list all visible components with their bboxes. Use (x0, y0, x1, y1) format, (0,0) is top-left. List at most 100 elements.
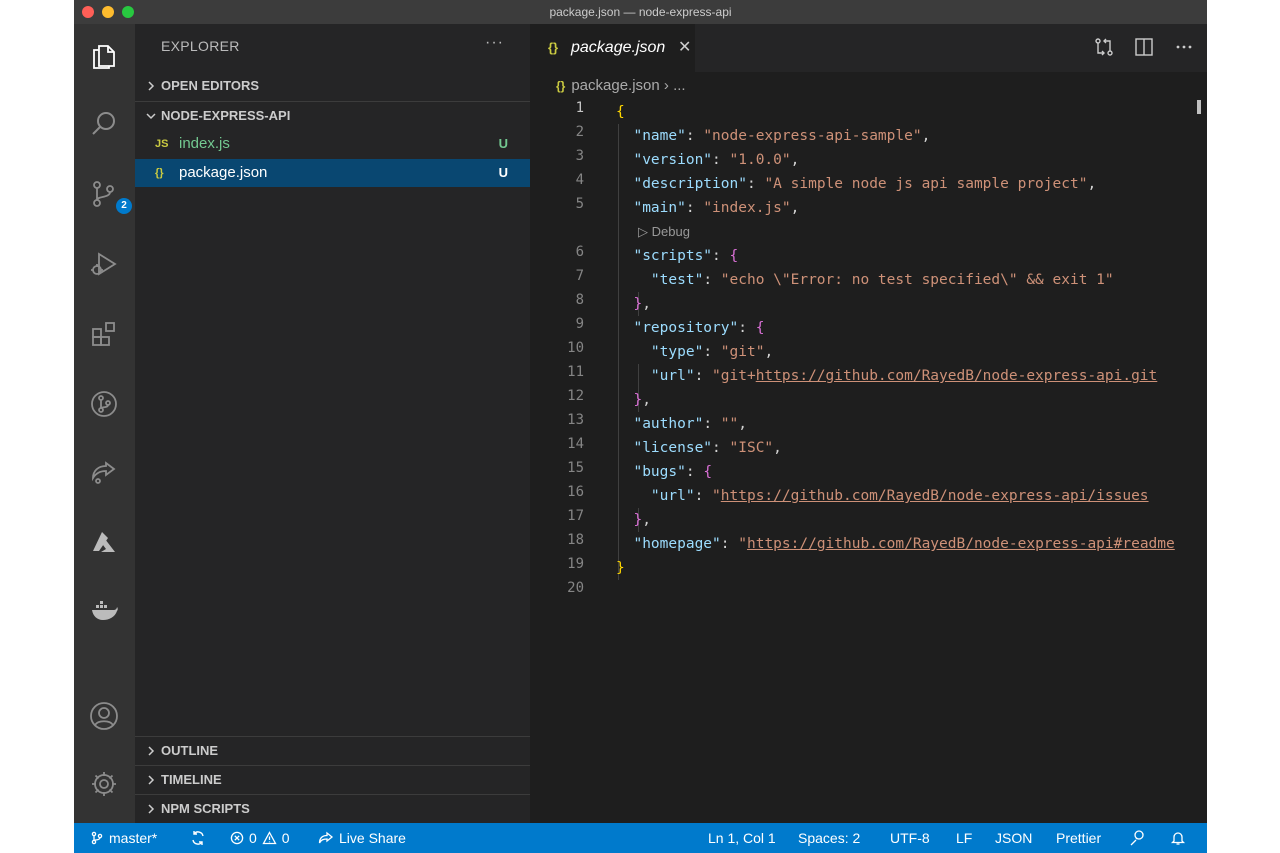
editor-tab-bar: {} package.json ✕ (530, 24, 1207, 72)
line-number: 12 (567, 388, 584, 404)
line-number: 14 (567, 436, 584, 452)
split-editor-icon[interactable] (1133, 36, 1155, 58)
line-number: 1 (575, 100, 584, 116)
homepage-url-link[interactable]: https://github.com/RayedB/node-express-a… (747, 536, 1175, 552)
git-graph-icon[interactable] (84, 384, 124, 424)
explorer-more-actions-button[interactable]: ··· (485, 34, 504, 52)
code-line: "repository": { (633, 320, 765, 336)
chevron-right-icon (143, 737, 159, 765)
source-control-icon[interactable]: 2 (84, 174, 132, 214)
timeline-label: TIMELINE (161, 772, 222, 787)
feedback-icon[interactable] (1128, 823, 1146, 853)
live-share-icon[interactable] (84, 452, 124, 492)
file-item-package-json[interactable]: {} package.json U (135, 159, 530, 187)
tab-package-json[interactable]: {} package.json ✕ (530, 24, 695, 72)
line-number: 8 (575, 292, 584, 308)
live-share-icon (318, 831, 334, 844)
error-icon (230, 831, 244, 845)
branch-indicator[interactable]: master* (90, 823, 157, 853)
js-file-icon: JS (155, 138, 169, 150)
encoding[interactable]: UTF-8 (890, 823, 930, 853)
code-line: "bugs": { (633, 464, 713, 480)
sync-icon[interactable] (190, 823, 206, 853)
line-number: 9 (575, 316, 584, 332)
line-number: 20 (567, 580, 584, 596)
line-number: 19 (567, 556, 584, 572)
line-number: 6 (575, 244, 584, 260)
docker-icon[interactable] (84, 590, 124, 630)
code-line: } (616, 560, 625, 576)
explorer-title: EXPLORER (161, 38, 240, 54)
npm-scripts-section[interactable]: NPM SCRIPTS (135, 794, 530, 823)
search-icon[interactable] (84, 104, 124, 144)
error-count: 0 (249, 830, 257, 846)
code-editor[interactable]: 1 2 3 4 5 6 7 8 9 10 11 12 13 14 15 16 1… (530, 100, 1207, 820)
more-actions-icon[interactable] (1173, 36, 1195, 58)
source-control-badge: 2 (116, 198, 132, 214)
debug-codelens[interactable]: ▷ Debug (638, 220, 690, 244)
line-number: 13 (567, 412, 584, 428)
project-folder-label: NODE-EXPRESS-API (161, 108, 291, 123)
explorer-icon[interactable] (84, 36, 124, 76)
vscode-window: package.json — node-express-api 2 EXPLOR… (74, 0, 1207, 853)
editor-area: {} package.json ✕ {} package.json › ... 1… (530, 24, 1207, 823)
notifications-bell-icon[interactable] (1170, 823, 1186, 853)
extensions-icon[interactable] (84, 314, 124, 354)
zoom-window-button[interactable] (122, 6, 134, 18)
breadcrumb-file[interactable]: package.json (571, 77, 659, 94)
untracked-status: U (498, 136, 508, 151)
outline-label: OUTLINE (161, 743, 219, 758)
line-number: 10 (567, 340, 584, 356)
settings-gear-icon[interactable] (84, 764, 124, 804)
breadcrumb-rest[interactable]: › ... (664, 77, 686, 94)
language-mode[interactable]: JSON (995, 823, 1032, 853)
run-debug-icon[interactable] (84, 244, 124, 284)
repository-url-link[interactable]: https://github.com/RayedB/node-express-a… (756, 368, 1158, 384)
file-item-index-js[interactable]: JS index.js U (135, 130, 530, 158)
window-title: package.json — node-express-api (549, 5, 732, 19)
live-share-label: Live Share (339, 830, 406, 846)
title-bar: package.json — node-express-api (74, 0, 1207, 24)
file-name: index.js (179, 135, 230, 152)
minimize-window-button[interactable] (102, 6, 114, 18)
timeline-section[interactable]: TIMELINE (135, 765, 530, 794)
line-number: 3 (575, 148, 584, 164)
line-endings[interactable]: LF (956, 823, 972, 853)
code-line: "url": "https://github.com/RayedB/node-e… (650, 488, 1149, 504)
azure-icon[interactable] (84, 522, 124, 562)
project-folder-section[interactable]: NODE-EXPRESS-API (135, 101, 530, 130)
open-changes-icon[interactable] (1093, 36, 1115, 58)
json-file-icon: {} (548, 40, 559, 55)
code-line: }, (633, 512, 651, 528)
code-line: "license": "ISC", (633, 440, 782, 456)
branch-icon (91, 831, 103, 845)
activity-bar: 2 (74, 24, 135, 823)
line-number: 18 (567, 532, 584, 548)
warning-count: 0 (281, 830, 290, 846)
status-bar: master* 0 0 Live Share Ln 1, Col 1 Space… (74, 823, 1207, 853)
open-editors-section[interactable]: OPEN EDITORS (135, 72, 530, 100)
scrollbar-cursor-marker[interactable] (1197, 100, 1201, 114)
cursor-position[interactable]: Ln 1, Col 1 (708, 823, 776, 853)
line-number: 5 (575, 196, 584, 212)
warning-icon (262, 831, 277, 845)
npm-scripts-label: NPM SCRIPTS (161, 801, 250, 816)
account-icon[interactable] (84, 696, 124, 736)
json-file-icon: {} (155, 167, 164, 179)
problems-indicator[interactable]: 0 0 (230, 823, 290, 853)
code-line: "author": "", (633, 416, 747, 432)
prettier-formatter[interactable]: Prettier (1056, 823, 1101, 853)
bugs-url-link[interactable]: https://github.com/RayedB/node-express-a… (721, 488, 1149, 504)
editor-actions (1093, 36, 1195, 58)
line-number: 7 (575, 268, 584, 284)
live-share-status[interactable]: Live Share (318, 823, 406, 853)
line-number: 4 (575, 172, 584, 188)
code-line: "homepage": "https://github.com/RayedB/n… (633, 536, 1175, 552)
line-number: 15 (567, 460, 584, 476)
code-line: }, (633, 392, 651, 408)
code-line: "scripts": { (633, 248, 739, 264)
indentation[interactable]: Spaces: 2 (798, 823, 860, 853)
close-tab-icon[interactable]: ✕ (678, 24, 691, 72)
close-window-button[interactable] (82, 6, 94, 18)
outline-section[interactable]: OUTLINE (135, 736, 530, 765)
